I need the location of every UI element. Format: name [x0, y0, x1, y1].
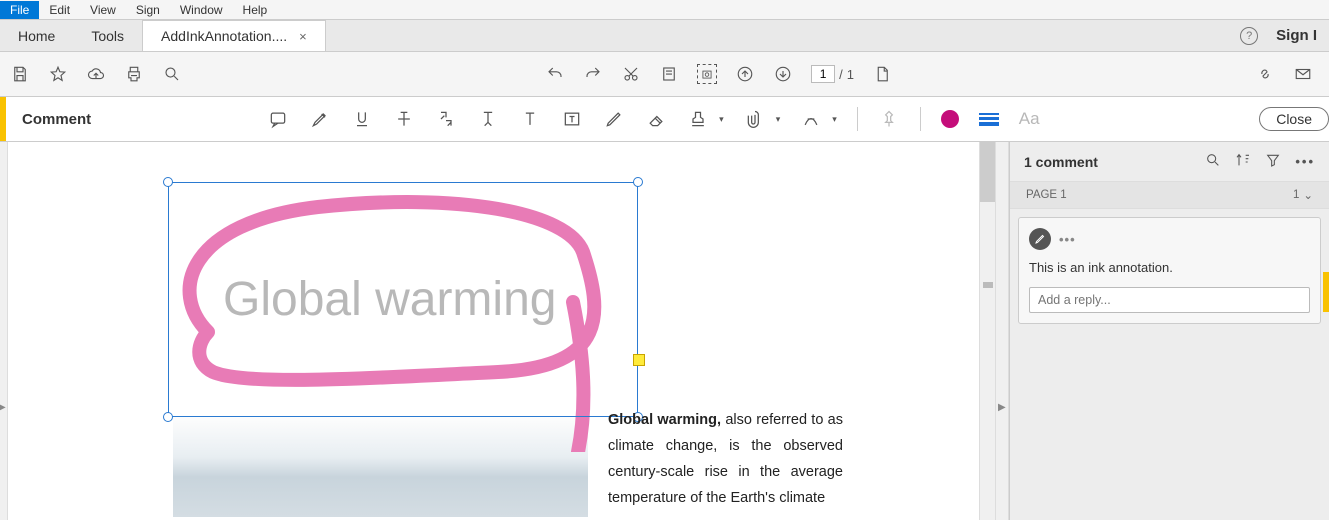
close-button[interactable]: Close [1259, 107, 1329, 131]
scrollbar-marker [983, 282, 993, 288]
page-thumbnail-icon[interactable] [872, 64, 892, 84]
expand-right-icon[interactable]: ▶ [0, 402, 6, 413]
comments-panel: 1 comment ••• PAGE 1 1 ⌄ ••• This is an … [1009, 142, 1329, 520]
menu-edit[interactable]: Edit [39, 1, 80, 19]
toolbar-separator [920, 107, 921, 131]
comments-page-header[interactable]: PAGE 1 1 ⌄ [1010, 182, 1329, 209]
print-icon[interactable] [124, 64, 144, 84]
tab-close-icon[interactable]: × [299, 29, 307, 44]
snapshot-icon[interactable] [697, 64, 717, 84]
filter-comments-icon[interactable] [1265, 152, 1281, 171]
more-options-icon[interactable]: ••• [1295, 154, 1315, 169]
help-icon[interactable]: ? [1240, 27, 1258, 45]
document-viewport[interactable]: Global warming Global warming, also refe… [8, 142, 979, 520]
page-display-icon[interactable] [659, 64, 679, 84]
comment-type-icon [1029, 228, 1051, 250]
mail-icon[interactable] [1293, 64, 1313, 84]
insert-text-icon[interactable] [477, 108, 499, 130]
left-rail[interactable]: ▶ [0, 142, 8, 520]
resize-handle-tr[interactable] [633, 177, 643, 187]
document-body: Global warming, also referred to as clim… [608, 407, 843, 511]
comment-label: Comment [6, 111, 107, 128]
stamp-icon[interactable] [687, 108, 709, 130]
annotation-selection[interactable] [168, 182, 638, 417]
strikethrough-icon[interactable] [393, 108, 415, 130]
main-toolbar: / 1 [0, 52, 1329, 97]
page-current-input[interactable] [811, 65, 835, 83]
replace-text-icon[interactable] [435, 108, 457, 130]
page-up-icon[interactable] [735, 64, 755, 84]
collapse-right-icon[interactable]: ▶ [998, 402, 1006, 413]
tab-tools[interactable]: Tools [73, 20, 142, 51]
link-icon[interactable] [1255, 64, 1275, 84]
text-comment-icon[interactable] [519, 108, 541, 130]
pencil-icon[interactable] [603, 108, 625, 130]
line-thickness-icon[interactable] [979, 113, 999, 126]
drawing-caret-icon[interactable]: ▾ [832, 114, 837, 125]
page-label: PAGE 1 [1026, 189, 1067, 201]
menu-file[interactable]: File [0, 1, 39, 19]
resize-handle-bl[interactable] [163, 412, 173, 422]
zoom-icon[interactable] [162, 64, 182, 84]
toolbar-separator [857, 107, 858, 131]
menu-help[interactable]: Help [233, 1, 278, 19]
tab-home[interactable]: Home [0, 20, 73, 51]
sticky-note-icon[interactable] [267, 108, 289, 130]
tab-document[interactable]: AddInkAnnotation.... × [142, 20, 326, 51]
menu-sign[interactable]: Sign [126, 1, 170, 19]
chevron-down-icon[interactable]: ⌄ [1303, 188, 1313, 202]
comments-header: 1 comment ••• [1010, 142, 1329, 182]
page-indicator: / 1 [811, 65, 854, 83]
cut-icon[interactable] [621, 64, 641, 84]
page-down-icon[interactable] [773, 64, 793, 84]
cloud-upload-icon[interactable] [86, 64, 106, 84]
tabs-bar: Home Tools AddInkAnnotation.... × ? Sign… [0, 20, 1329, 52]
stamp-caret-icon[interactable]: ▾ [719, 114, 724, 125]
star-icon[interactable] [48, 64, 68, 84]
comment-toolbar: Comment ▾ ▾ ▾ Aa Close [0, 97, 1329, 142]
sign-in-button[interactable]: Sign I [1276, 27, 1317, 44]
mid-rail[interactable]: ▶ [995, 142, 1009, 520]
underline-icon[interactable] [351, 108, 373, 130]
comments-count-label: 1 comment [1024, 154, 1205, 170]
page-separator: / [839, 67, 843, 82]
menu-bar: File Edit View Sign Window Help [0, 0, 1329, 20]
redo-icon[interactable] [583, 64, 603, 84]
menu-window[interactable]: Window [170, 1, 233, 19]
note-popup-icon[interactable] [633, 354, 645, 366]
comment-card[interactable]: ••• This is an ink annotation. [1018, 217, 1321, 324]
resize-handle-tl[interactable] [163, 177, 173, 187]
text-box-icon[interactable] [561, 108, 583, 130]
comment-menu-icon[interactable]: ••• [1059, 232, 1076, 247]
attach-icon[interactable] [744, 108, 766, 130]
text-style-icon[interactable]: Aa [1019, 109, 1040, 129]
document-body-bold: Global warming, [608, 412, 721, 428]
reply-input[interactable] [1029, 287, 1310, 313]
comment-text: This is an ink annotation. [1029, 260, 1310, 275]
eraser-icon[interactable] [645, 108, 667, 130]
page-comment-count: 1 [1293, 189, 1299, 201]
highlight-icon[interactable] [309, 108, 331, 130]
menu-view[interactable]: View [80, 1, 126, 19]
sort-comments-icon[interactable] [1235, 152, 1251, 171]
undo-icon[interactable] [545, 64, 565, 84]
panel-accent [1323, 272, 1329, 312]
pin-icon[interactable] [878, 108, 900, 130]
scrollbar-thumb[interactable] [980, 142, 995, 202]
search-comments-icon[interactable] [1205, 152, 1221, 171]
save-icon[interactable] [10, 64, 30, 84]
tab-document-label: AddInkAnnotation.... [161, 28, 287, 44]
main-area: ▶ Global warming Global warming, also re… [0, 142, 1329, 520]
page-total: 1 [847, 67, 854, 82]
vertical-scrollbar[interactable] [979, 142, 995, 520]
drawing-tools-icon[interactable] [800, 108, 822, 130]
attach-caret-icon[interactable]: ▾ [776, 114, 781, 125]
color-picker[interactable] [941, 110, 959, 128]
